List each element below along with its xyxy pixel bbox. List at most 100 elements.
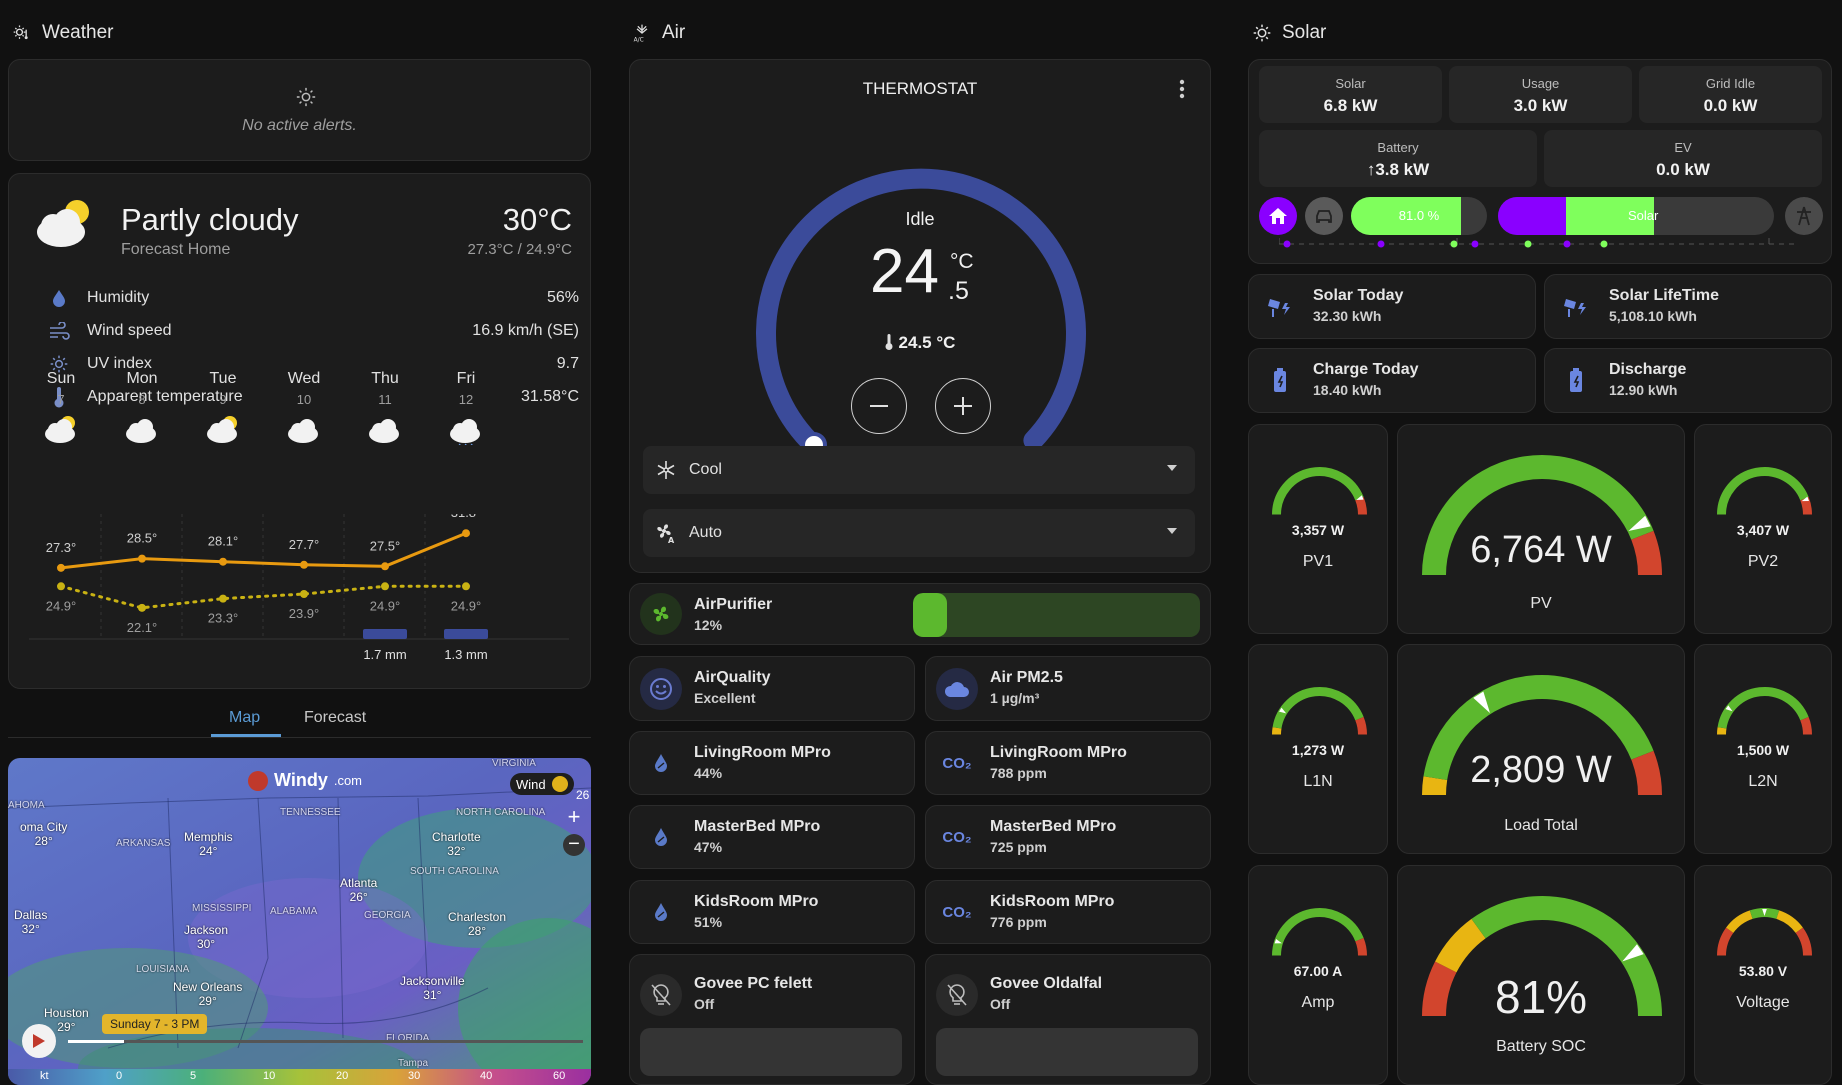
co2-icon: CO₂ [936, 891, 978, 933]
wind-layer-icon [551, 776, 568, 792]
wind-layer-toggle[interactable]: Wind [510, 773, 574, 795]
high-temp-point [462, 529, 470, 538]
sensor-tile[interactable]: CO₂ KidsRoom MPro 776 ppm [925, 880, 1211, 944]
precipitation-bar [363, 629, 407, 639]
stat-solar: Solar 6.8 kW [1259, 66, 1442, 123]
partly-cloudy-icon [207, 416, 237, 443]
map-region-label: Tampa [398, 1058, 429, 1069]
sensor-tile[interactable]: CO₂ LivingRoom MPro 788 ppm [925, 731, 1211, 795]
increase-temp-button[interactable] [935, 378, 991, 434]
lightbulb-off-icon [640, 974, 682, 1016]
sensor-tile[interactable]: LivingRoom MPro 44% [629, 731, 915, 795]
decrease-temp-button[interactable] [851, 378, 907, 434]
play-button[interactable] [22, 1024, 56, 1058]
gauge-card[interactable]: 67.00 A Amp [1248, 865, 1388, 1085]
more-menu-icon[interactable] [1179, 79, 1185, 99]
fan-auto-icon: A [657, 524, 675, 544]
energy-summary-tile[interactable]: Discharge 12.90 kWh [1544, 348, 1832, 413]
gauge-card[interactable]: 53.80 V Voltage [1694, 865, 1832, 1085]
gauge-arc [1271, 687, 1367, 735]
map-city-label: oma City 28° [20, 820, 68, 849]
map-region-label: ALABAMA [270, 906, 318, 917]
air-pm25-tile[interactable]: Air PM2.5 1 µg/m³ [925, 656, 1211, 721]
wind-scale-tick: 30 [408, 1070, 421, 1082]
forecast-day: Wed 10 [274, 370, 334, 450]
gauge-arc [1716, 908, 1812, 956]
current-temperature: 30°C [502, 202, 572, 237]
govee-oldalfal-brightness-slider[interactable] [936, 1028, 1198, 1076]
wind-scale-tick: 10 [263, 1070, 276, 1082]
target-decimal: .5 [948, 277, 969, 305]
low-temp-label: 22.1° [127, 620, 158, 635]
air-quality-tile[interactable]: AirQuality Excellent [629, 656, 915, 721]
co2-label: CO₂ [942, 828, 972, 846]
battery-bar: 81.0 % [1351, 197, 1487, 235]
govee-pc-tile[interactable]: Govee PC felett Off [629, 954, 915, 1085]
forecast-day-name: Wed [287, 370, 321, 387]
plus-icon [954, 397, 972, 415]
gauge-segment [1354, 938, 1367, 956]
map-city-label: Jackson 30° [184, 923, 229, 952]
snowflake-icon [657, 461, 675, 479]
sensor-tile[interactable]: KidsRoom MPro 51% [629, 880, 915, 944]
air-purifier-tile[interactable]: AirPurifier 12% [629, 583, 1211, 645]
temp-high-low: 27.3°C / 24.9°C [467, 241, 572, 258]
hvac-state: Idle [905, 209, 935, 229]
gauge-card[interactable]: 3,357 W PV1 [1248, 424, 1388, 634]
minus-icon [870, 405, 888, 407]
gauge-card[interactable]: 2,809 W Load Total [1397, 644, 1685, 854]
wind-scale-tick: 5 [190, 1070, 197, 1082]
tab-map[interactable]: Map [229, 709, 260, 727]
govee-oldalfal-tile[interactable]: Govee Oldalfal Off [925, 954, 1211, 1085]
gauge-name: Load Total [1504, 817, 1578, 834]
forecast-day-name: Mon [126, 370, 158, 387]
tab-forecast[interactable]: Forecast [304, 709, 366, 727]
co2-icon: CO₂ [936, 742, 978, 784]
ev-button[interactable] [1305, 197, 1343, 235]
zoom-in-button[interactable]: + [563, 806, 585, 828]
sun-outline-icon [296, 87, 316, 107]
map-city-label: Dallas 32° [14, 908, 48, 937]
hvac-mode-select[interactable]: Cool [643, 446, 1195, 494]
lightbulb-off-icon [936, 974, 978, 1016]
svg-text:A: A [668, 536, 675, 544]
timeline-progress [68, 1040, 124, 1043]
gauge-value: 2,809 W [1470, 749, 1612, 791]
humidity-icon [640, 891, 682, 933]
timeline-track[interactable] [68, 1040, 583, 1043]
target-temperature: 24 [870, 237, 939, 306]
grid-button[interactable] [1785, 197, 1823, 235]
energy-summary-tile[interactable]: Solar LifeTime 5,108.10 kWh [1544, 274, 1832, 339]
high-temp-point [57, 563, 65, 572]
high-temp-label: 27.5° [370, 538, 401, 553]
gauge-card[interactable]: 1,273 W L1N [1248, 644, 1388, 854]
air-purifier-slider[interactable] [913, 593, 1200, 637]
gauge-value: 3,357 W [1291, 522, 1345, 538]
map-city-label: Charlotte 32° [432, 830, 481, 859]
gauge-card[interactable]: 3,407 W PV2 [1694, 424, 1832, 634]
cloudy-icon [369, 419, 399, 443]
gauge-card[interactable]: 1,500 W L2N [1694, 644, 1832, 854]
zoom-out-button[interactable]: − [563, 834, 585, 856]
govee-pc-brightness-slider[interactable] [640, 1028, 902, 1076]
chevron-down-icon [1167, 528, 1177, 534]
home-button[interactable] [1259, 197, 1297, 235]
fan-mode-select[interactable]: A Auto [643, 509, 1195, 557]
gauge-segment [1775, 910, 1803, 934]
gauge-segment [1271, 908, 1364, 956]
wind-row: Wind speed 16.9 km/h (SE) [39, 317, 579, 345]
sensor-tile[interactable]: MasterBed MPro 47% [629, 805, 915, 869]
low-temp-label: 23.3° [208, 611, 239, 626]
sensor-tile[interactable]: CO₂ MasterBed MPro 725 ppm [925, 805, 1211, 869]
energy-summary-tile[interactable]: Solar Today 32.30 kWh [1248, 274, 1536, 339]
precipitation-label: 1.7 mm [363, 647, 406, 662]
map-region-label: AHOMA [8, 800, 45, 811]
forecast-day: Fri 12 [436, 370, 496, 450]
gauge-card[interactable]: 6,764 W PV [1397, 424, 1685, 634]
energy-summary-tile[interactable]: Charge Today 18.40 kWh [1248, 348, 1536, 413]
windy-map[interactable]: Memphis 24° Charlotte 32° Atlanta 26° Charlest… [8, 758, 591, 1085]
stat-usage: Usage 3.0 kW [1449, 66, 1632, 123]
humidity-icon [640, 742, 682, 784]
weather-forecast-card[interactable]: Partly cloudy Forecast Home 30°C 27.3°C … [8, 173, 591, 689]
gauge-card[interactable]: 81% Battery SOC [1397, 865, 1685, 1085]
